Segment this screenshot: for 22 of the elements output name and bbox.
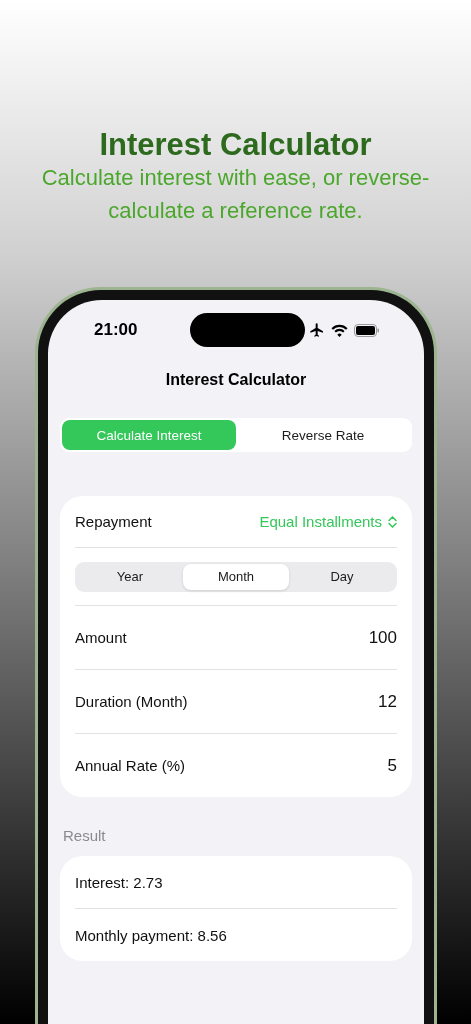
field-label: Amount [75,629,127,646]
result-header: Result [62,826,107,846]
battery-icon [354,323,380,337]
promo-subtitle: Calculate interest with ease, or reverse-calculate a reference rate. [40,164,431,225]
field-label: Annual Rate (%) [75,757,186,774]
field-value[interactable]: 100 [368,627,397,648]
chevron-up-down-icon [388,515,397,528]
result-text: Monthly payment: 8.56 [75,926,227,944]
mode-tab[interactable]: Reverse Rate [236,420,410,450]
period-tab[interactable]: Month [183,563,289,590]
period-tab[interactable]: Day [289,563,395,590]
field-value[interactable]: 5 [387,755,397,776]
period-tab[interactable]: Year [77,563,183,590]
airplane-icon [309,322,325,338]
status-time: 21:00 [94,320,138,340]
field-label: Duration (Month) [75,693,188,710]
repayment-label: Repayment [75,513,152,530]
field-value[interactable]: 12 [378,691,397,712]
result-text: Interest: 2.73 [75,873,163,891]
promo-title: Interest Calculator [98,129,373,161]
nav-title: Interest Calculator [164,370,308,390]
wifi-icon [331,323,348,337]
